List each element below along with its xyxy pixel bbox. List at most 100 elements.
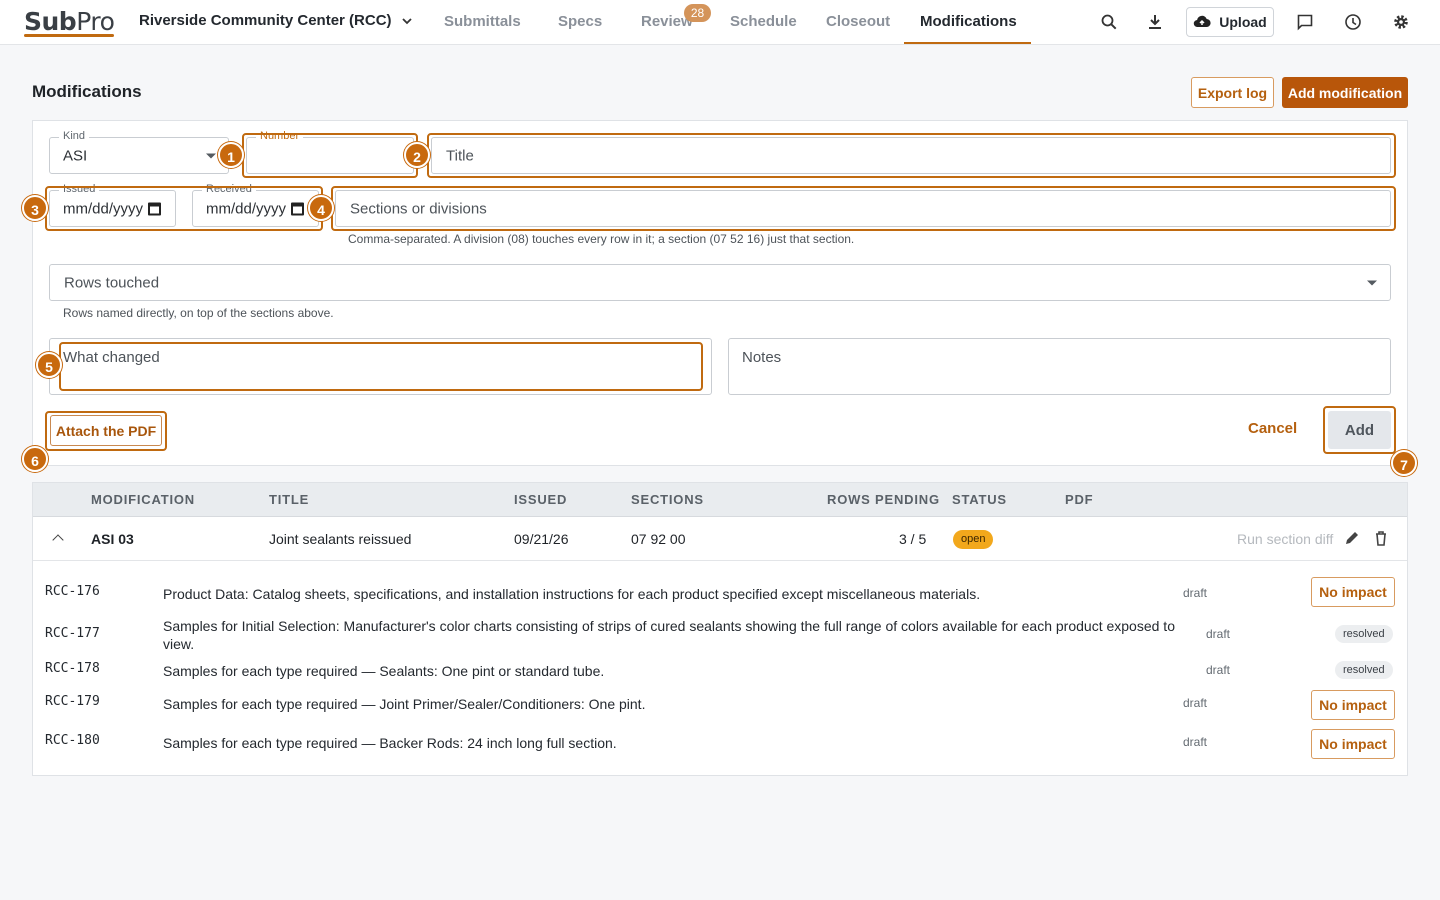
number-field[interactable]: Number bbox=[246, 130, 414, 174]
column-header[interactable]: SECTIONS bbox=[631, 492, 704, 507]
sections-placeholder: Sections or divisions bbox=[350, 200, 487, 217]
calendar-icon[interactable] bbox=[148, 202, 161, 215]
modification-issued: 09/21/26 bbox=[514, 531, 569, 547]
step-marker-1: 1 bbox=[218, 142, 244, 168]
dropdown-caret-icon bbox=[206, 153, 216, 158]
no-impact-button[interactable]: No impact bbox=[1311, 729, 1395, 759]
edit-pencil-icon[interactable] bbox=[1343, 529, 1361, 547]
what-changed-textarea[interactable]: What changed bbox=[49, 338, 712, 395]
resolved-badge: resolved bbox=[1335, 661, 1393, 679]
step-marker-6: 6 bbox=[22, 446, 48, 472]
attach-pdf-button[interactable]: Attach the PDF bbox=[50, 415, 162, 446]
issued-date-field[interactable]: Issued mm/dd/yyyy bbox=[49, 183, 176, 227]
no-impact-button[interactable]: No impact bbox=[1311, 577, 1395, 607]
sections-helper-text: Comma-separated. A division (08) touches… bbox=[348, 232, 855, 246]
issued-value: mm/dd/yyyy bbox=[63, 200, 144, 217]
submittal-code: RCC-176 bbox=[45, 584, 100, 599]
app-logo[interactable]: SubPro bbox=[24, 7, 115, 36]
step-marker-5: 5 bbox=[36, 352, 62, 378]
logo-underline bbox=[24, 34, 114, 37]
rows-pending: 3 / 5 bbox=[899, 531, 927, 547]
submittal-description: Samples for each type required — Joint P… bbox=[163, 696, 646, 712]
search-icon[interactable] bbox=[1098, 11, 1120, 33]
project-selector[interactable]: Riverside Community Center (RCC) bbox=[139, 12, 414, 29]
kind-select[interactable]: Kind ASI bbox=[49, 130, 229, 174]
submittal-state: draft bbox=[1183, 735, 1208, 749]
kind-label: Kind bbox=[59, 130, 90, 142]
no-impact-button[interactable]: No impact bbox=[1311, 690, 1395, 720]
received-label: Received bbox=[202, 183, 256, 195]
upload-label: Upload bbox=[1219, 14, 1267, 30]
page-title: Modifications bbox=[32, 82, 142, 101]
step-marker-2: 2 bbox=[404, 142, 430, 168]
collapse-chevron-icon[interactable] bbox=[52, 534, 64, 546]
submittal-state: draft bbox=[1183, 586, 1208, 600]
download-icon[interactable] bbox=[1144, 11, 1166, 33]
tab-specs[interactable]: Specs bbox=[558, 0, 602, 44]
submittal-code: RCC-178 bbox=[45, 661, 100, 676]
step-marker-7: 7 bbox=[1391, 450, 1417, 476]
run-section-diff-link[interactable]: Run section diff bbox=[1237, 531, 1333, 547]
table-row[interactable]: ASI 03 Joint sealants reissued 09/21/26 … bbox=[33, 517, 1407, 561]
status-badge: open bbox=[953, 530, 994, 549]
notes-placeholder: Notes bbox=[742, 349, 782, 366]
step-marker-4: 4 bbox=[308, 195, 334, 221]
submittal-code: RCC-180 bbox=[45, 733, 100, 748]
column-header[interactable]: TITLE bbox=[269, 492, 309, 507]
submittal-description: Samples for each type required — Sealant… bbox=[163, 663, 605, 679]
column-header[interactable]: MODIFICATION bbox=[91, 492, 195, 507]
export-log-button[interactable]: Export log bbox=[1191, 77, 1274, 108]
step-marker-3: 3 bbox=[22, 195, 48, 221]
project-name: Riverside Community Center (RCC) bbox=[139, 12, 392, 29]
received-value: mm/dd/yyyy bbox=[206, 200, 287, 217]
dropdown-caret-icon bbox=[1367, 280, 1377, 285]
review-count-badge: 28 bbox=[684, 4, 711, 22]
tab-submittals[interactable]: Submittals bbox=[444, 0, 521, 44]
upload-button[interactable]: Upload bbox=[1186, 7, 1274, 37]
column-header[interactable]: PDF bbox=[1065, 492, 1093, 507]
title-input[interactable]: Title bbox=[431, 137, 1391, 174]
notes-textarea[interactable]: Notes bbox=[728, 338, 1391, 395]
tab-closeout[interactable]: Closeout bbox=[826, 0, 890, 44]
cloud-upload-icon bbox=[1194, 15, 1211, 28]
chevron-down-icon bbox=[401, 17, 412, 24]
modifications-table: MODIFICATION TITLE ISSUED SECTIONS ROWS … bbox=[32, 482, 1408, 776]
column-header[interactable]: ROWS PENDING bbox=[827, 492, 940, 507]
what-changed-placeholder: What changed bbox=[63, 349, 160, 366]
submittal-description: Samples for Initial Selection: Manufactu… bbox=[163, 618, 1175, 652]
add-button[interactable]: Add bbox=[1328, 411, 1391, 449]
column-header[interactable]: ISSUED bbox=[514, 492, 567, 507]
modification-title: Joint sealants reissued bbox=[269, 531, 412, 547]
tab-schedule[interactable]: Schedule bbox=[730, 0, 797, 44]
table-header: MODIFICATION TITLE ISSUED SECTIONS ROWS … bbox=[33, 483, 1407, 517]
active-tab-indicator bbox=[904, 42, 1031, 44]
gear-icon[interactable] bbox=[1390, 11, 1412, 33]
number-label: Number bbox=[256, 130, 304, 142]
rows-touched-select[interactable]: Rows touched bbox=[49, 264, 1391, 301]
history-icon[interactable] bbox=[1342, 11, 1364, 33]
column-header[interactable]: STATUS bbox=[952, 492, 1007, 507]
submittal-state: draft bbox=[1183, 696, 1208, 710]
kind-value: ASI bbox=[63, 147, 88, 164]
calendar-icon[interactable] bbox=[291, 202, 304, 215]
submittal-code: RCC-177 bbox=[45, 626, 100, 641]
resolved-badge: resolved bbox=[1335, 625, 1393, 643]
submittal-description: Product Data: Catalog sheets, specificat… bbox=[163, 586, 981, 602]
submittal-state: draft bbox=[1206, 627, 1231, 641]
sections-input[interactable]: Sections or divisions bbox=[335, 190, 1391, 227]
cancel-button[interactable]: Cancel bbox=[1248, 420, 1297, 437]
top-navigation-bar: SubPro Riverside Community Center (RCC) … bbox=[0, 0, 1440, 45]
issued-label: Issued bbox=[59, 183, 100, 195]
received-date-field[interactable]: Received mm/dd/yyyy bbox=[192, 183, 319, 227]
rows-touched-helper-text: Rows named directly, on top of the secti… bbox=[63, 306, 334, 320]
modification-sections: 07 92 00 bbox=[631, 531, 686, 547]
submittal-code: RCC-179 bbox=[45, 694, 100, 709]
title-placeholder: Title bbox=[446, 147, 474, 164]
trash-icon[interactable] bbox=[1372, 529, 1390, 547]
tab-modifications[interactable]: Modifications bbox=[920, 0, 1017, 44]
comment-icon[interactable] bbox=[1294, 11, 1316, 33]
modification-id: ASI 03 bbox=[91, 531, 134, 547]
submittal-state: draft bbox=[1206, 663, 1231, 677]
rows-touched-placeholder: Rows touched bbox=[64, 274, 160, 291]
add-modification-button[interactable]: Add modification bbox=[1282, 77, 1408, 108]
